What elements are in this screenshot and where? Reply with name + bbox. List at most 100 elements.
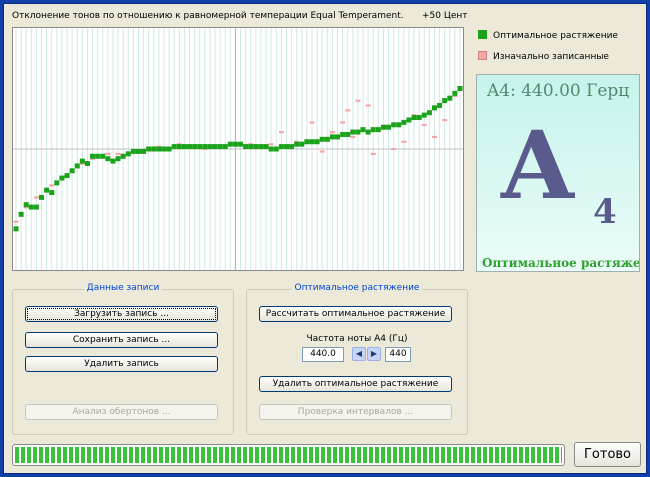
progress-bar [12, 444, 565, 466]
optimal-point [243, 144, 249, 150]
optimal-point [396, 122, 402, 128]
optimal-point [44, 187, 50, 193]
optimal-point [64, 173, 70, 179]
optimal-point [176, 144, 182, 150]
note-letter: A [501, 111, 574, 221]
optimal-point [28, 204, 34, 210]
optimal-point [324, 136, 330, 142]
recorded-point [278, 131, 284, 134]
optimal-point [345, 131, 351, 137]
optimal-point [84, 161, 90, 167]
optimal-point [268, 146, 274, 152]
recorded-point [13, 220, 19, 223]
optimal-point [222, 144, 228, 150]
optimal-point [406, 117, 412, 123]
optimal-point [457, 86, 463, 91]
recorded-point [319, 150, 325, 153]
optimal-point [294, 141, 300, 147]
optimal-point [304, 139, 310, 145]
optimal-point [18, 211, 24, 217]
recorded-point [401, 140, 407, 143]
optimal-point [161, 146, 167, 152]
deviation-chart [12, 27, 464, 271]
optimal-point [335, 134, 341, 140]
optimal-point [442, 98, 448, 104]
optimal-point [146, 146, 152, 152]
optimal-point [120, 153, 126, 159]
optimal-point [340, 131, 346, 137]
optimal-point [141, 148, 147, 154]
optimal-point [391, 122, 397, 128]
calculate-stretch-button[interactable]: Рассчитать оптимальное растяжение [259, 306, 452, 322]
delete-stretch-button[interactable]: Удалить оптимальное растяжение [259, 376, 452, 392]
optimal-point [365, 129, 371, 135]
legend-optimal-swatch [478, 30, 487, 39]
legend-recorded-label: Изначально записанные [493, 52, 609, 62]
optimal-point [74, 163, 80, 169]
cent-scale-label: +50 Цент [422, 11, 468, 21]
stretch-group-title: Оптимальное растяжение [291, 283, 423, 293]
optimal-point [452, 90, 458, 96]
optimal-point [283, 144, 289, 150]
recorded-point [115, 152, 121, 156]
a4-decrease-button[interactable]: ◀ [352, 347, 366, 361]
legend-recorded-swatch [478, 51, 487, 60]
optimal-point [386, 124, 392, 130]
recorded-point [370, 152, 376, 156]
optimal-point [115, 156, 121, 162]
optimal-point [401, 119, 407, 125]
save-recording-button[interactable]: Сохранить запись ... [25, 332, 218, 348]
optimal-point [273, 146, 279, 152]
a4-increase-button[interactable]: ▶ [367, 347, 381, 361]
optimal-point [370, 127, 376, 133]
legend-recorded: Изначально записанные [478, 51, 609, 62]
optimal-point [135, 148, 141, 154]
overtone-analysis-button[interactable]: Анализ обертонов ... [25, 404, 218, 420]
optimal-point [238, 141, 244, 147]
optimal-point [151, 146, 157, 152]
optimal-point [95, 153, 101, 159]
optimal-point [375, 127, 381, 133]
recorded-point [391, 148, 397, 151]
optimal-point [187, 144, 193, 150]
optimal-point [426, 110, 432, 116]
optimal-point [309, 139, 315, 145]
check-intervals-button[interactable]: Проверка интервалов ... [259, 404, 452, 420]
recording-group-title: Данные записи [83, 283, 163, 293]
a4-frequency-display: 440 [385, 347, 411, 362]
delete-recording-button[interactable]: Удалить запись [25, 356, 218, 372]
optimal-point [258, 144, 264, 150]
recorded-point [49, 184, 55, 187]
optimal-point [217, 144, 223, 150]
legend-optimal: Оптимальное растяжение [478, 30, 618, 41]
optimal-point [110, 158, 116, 164]
optimal-point [130, 148, 136, 154]
optimal-point [69, 168, 75, 174]
note-mode: Оптимальное растяже [482, 256, 640, 270]
legend-optimal-label: Оптимальное растяжение [493, 31, 618, 41]
optimal-point [314, 139, 320, 145]
progress-bar-fill [15, 447, 562, 463]
optimal-point [447, 95, 453, 101]
optimal-point [49, 190, 55, 196]
optimal-point [319, 136, 325, 142]
optimal-stretch-group: Оптимальное растяжение Рассчитать оптима… [246, 283, 468, 435]
load-recording-button[interactable]: Загрузить запись ... [25, 306, 218, 322]
recorded-point [33, 196, 39, 199]
recorded-point [350, 135, 356, 139]
optimal-point [39, 194, 45, 200]
optimal-point [202, 144, 208, 150]
optimal-point [278, 144, 284, 150]
note-frequency: A4: 440.00 Герц [487, 81, 630, 101]
optimal-point [33, 204, 39, 210]
optimal-point [360, 127, 366, 133]
optimal-point [125, 151, 131, 157]
optimal-point [437, 102, 443, 108]
recorded-point [431, 135, 437, 139]
chart-title: Отклонение тонов по отношению к равномер… [12, 11, 404, 21]
status-indicator: Готово [574, 442, 641, 467]
a4-frequency-input[interactable]: 440.0 [302, 347, 344, 362]
note-panel: A4: 440.00 Герц A 4 Оптимальное растяже [476, 74, 640, 272]
optimal-point [90, 153, 96, 159]
recorded-point [345, 109, 351, 112]
